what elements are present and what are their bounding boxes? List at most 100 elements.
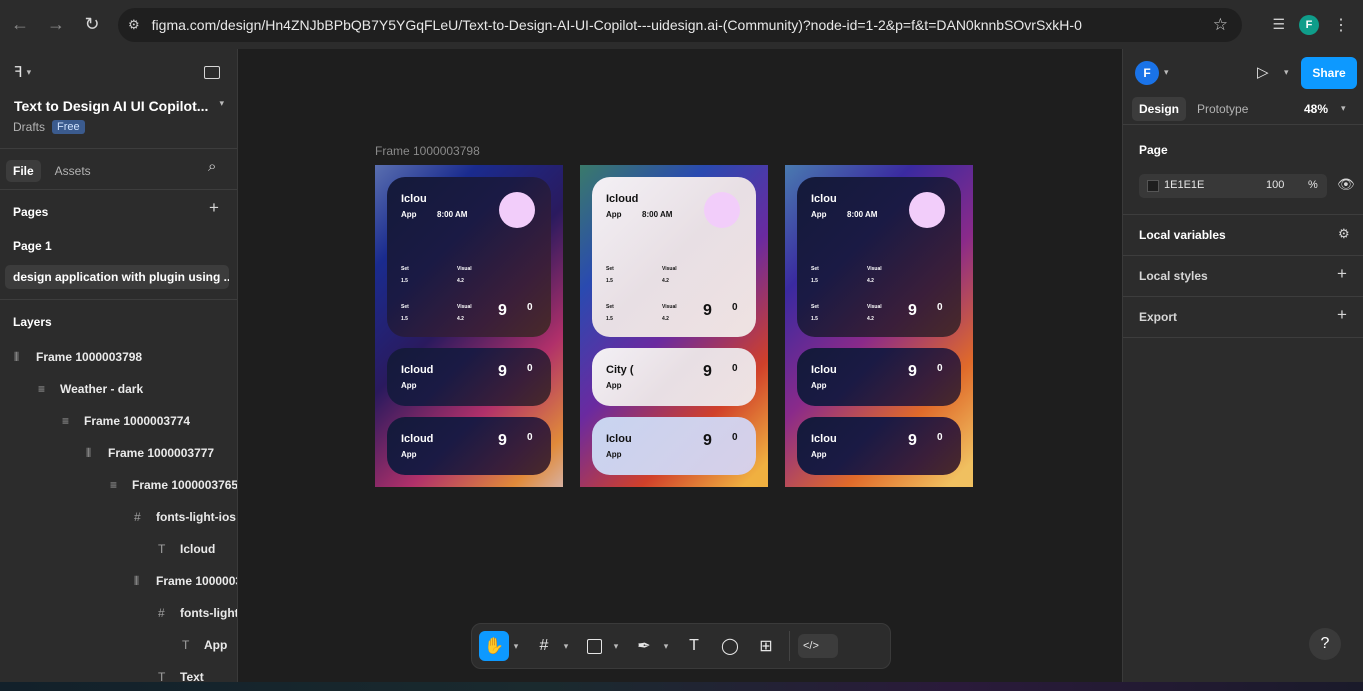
layer-label: Frame 1000003774	[84, 414, 191, 428]
page-fill-field[interactable]: 1E1E1E 100 %	[1139, 174, 1327, 198]
local-styles[interactable]: Local styles	[1139, 269, 1208, 283]
layer-row[interactable]: # fonts-light-	[158, 597, 237, 629]
stat-label: Visual	[867, 304, 882, 310]
temperature-degree: 0	[937, 432, 943, 443]
weather-card-small[interactable]: Iclou App 9 0	[797, 348, 961, 406]
bottom-toolbar: ✋ ▾ # ▾ ▾ ✒ ▾ T ◯ ⊞ </>	[471, 623, 891, 669]
add-export-icon[interactable]: +	[1337, 305, 1347, 325]
layer-row[interactable]: ≡ Weather - dark	[38, 373, 143, 405]
weather-card-small[interactable]: Iclou App 9 0	[797, 417, 961, 475]
layer-row[interactable]: T App	[182, 629, 227, 661]
zoom-level[interactable]: 48%	[1304, 102, 1328, 116]
layer-label: Icloud	[180, 542, 216, 556]
user-avatar[interactable]: F	[1135, 61, 1159, 85]
layer-row[interactable]: ⫴ Frame 1000003798	[14, 341, 142, 373]
reload-icon[interactable]: ↻	[74, 7, 110, 43]
stat-label: Set	[401, 304, 409, 310]
sun-icon	[499, 192, 535, 228]
chevron-down-icon[interactable]: ▾	[1284, 67, 1289, 78]
url-text: figma.com/design/Hn4ZNJbBPbQB7Y5YGqFLeU/…	[151, 17, 1082, 33]
card-subtitle: App	[401, 381, 417, 390]
dev-mode-toggle[interactable]: </>	[798, 634, 838, 658]
chevron-down-icon[interactable]: ▾	[1341, 103, 1346, 114]
card-subtitle: App	[811, 450, 827, 459]
resources-icon[interactable]: ⊞	[751, 631, 781, 661]
layer-row[interactable]: ≡ Frame 1000003774	[62, 405, 190, 437]
card-title: Iclou	[811, 433, 837, 445]
stat-label: Set	[811, 304, 819, 310]
comment-icon[interactable]: ◯	[715, 631, 745, 661]
tab-assets[interactable]: Assets	[49, 160, 97, 182]
media-control-icon[interactable]: ☰	[1272, 16, 1285, 33]
browser-profile-avatar[interactable]: F	[1299, 14, 1319, 35]
layer-row[interactable]: T Icloud	[158, 533, 215, 565]
weather-card-large[interactable]: Iclou App 8:00 AM Set Visual 1.5 4.2 Set Visual 1…	[797, 177, 961, 337]
chevron-down-icon[interactable]: ▾	[609, 641, 623, 652]
stat-label: Set	[606, 266, 614, 272]
forward-icon[interactable]: →	[38, 7, 74, 43]
temperature-value: 9	[908, 432, 917, 449]
help-button[interactable]: ?	[1309, 628, 1341, 660]
present-play-icon[interactable]: ▷	[1257, 63, 1269, 81]
weather-card-large[interactable]: Icloud App 8:00 AM Set Visual 1.5 4.2 Set Visual…	[592, 177, 756, 337]
site-settings-icon[interactable]: ⚙	[128, 17, 140, 33]
weather-frame[interactable]: Iclou App 8:00 AM Set Visual 1.5 4.2 Set Visual 1…	[785, 165, 973, 487]
variables-settings-icon[interactable]: ⚙	[1338, 226, 1350, 242]
local-variables[interactable]: Local variables	[1139, 228, 1226, 242]
page-item-selected[interactable]: design application with plugin using ...	[5, 265, 229, 289]
layer-label: Weather - dark	[60, 382, 144, 396]
tab-design[interactable]: Design	[1132, 97, 1187, 121]
hand-icon[interactable]: ✋	[479, 631, 509, 661]
design-canvas[interactable]: Frame 1000003798 Iclou App 8:00 AM Set Visua…	[238, 49, 1123, 682]
tab-prototype[interactable]: Prototype	[1197, 102, 1248, 116]
drafts-link[interactable]: Drafts	[13, 120, 45, 134]
chevron-down-icon[interactable]: ▾	[659, 641, 673, 652]
layer-row[interactable]: ⫴ Frame 1000003777	[86, 437, 214, 469]
fill-hex[interactable]: 1E1E1E	[1164, 179, 1204, 191]
search-icon[interactable]: ⌕	[208, 158, 216, 175]
chevron-down-icon[interactable]: ▾	[509, 641, 523, 652]
fill-opacity[interactable]: 100	[1266, 179, 1284, 191]
address-bar[interactable]: ⚙ figma.com/design/Hn4ZNJbBPbQB7Y5YGqFLe…	[118, 8, 1242, 42]
stat-label: Set	[811, 266, 819, 272]
chevron-down-icon: ▾	[219, 98, 224, 108]
toggle-sidebar-icon[interactable]	[204, 66, 220, 79]
figma-logo-icon[interactable]: ꟻ	[14, 63, 23, 81]
visibility-eye-icon[interactable]: 👁	[1337, 176, 1355, 193]
file-title-row[interactable]: Text to Design AI UI Copilot... ▾	[14, 98, 224, 114]
back-icon[interactable]: ←	[2, 7, 38, 43]
share-button[interactable]: Share	[1301, 57, 1357, 89]
card-title: Icloud	[606, 193, 639, 205]
chevron-down-icon[interactable]: ▾	[1164, 67, 1169, 78]
weather-card-small[interactable]: Icloud App 9 0	[387, 417, 551, 475]
layers-header: Layers	[13, 315, 52, 329]
weather-frame[interactable]: Icloud App 8:00 AM Set Visual 1.5 4.2 Set Visual…	[580, 165, 768, 487]
add-style-icon[interactable]: +	[1337, 264, 1347, 284]
frame-tool-icon[interactable]: #	[529, 631, 559, 661]
weather-card-small[interactable]: City (App 9 0	[592, 348, 756, 406]
text-tool-icon[interactable]: T	[679, 631, 709, 661]
chevron-down-icon[interactable]: ▾	[559, 641, 573, 652]
weather-card-small[interactable]: Icloud App 9 0	[387, 348, 551, 406]
page-item[interactable]: Page 1	[13, 239, 52, 253]
layer-row[interactable]: ≡ Frame 1000003765	[110, 469, 237, 501]
export-section[interactable]: Export	[1139, 310, 1177, 324]
weather-card-small[interactable]: Iclou App 9 0	[592, 417, 756, 475]
card-title: Iclou	[811, 364, 837, 376]
frame-label[interactable]: Frame 1000003798	[375, 144, 480, 158]
weather-card-large[interactable]: Iclou App 8:00 AM Set Visual 1.5 4.2 Set Visual 1…	[387, 177, 551, 337]
add-page-icon[interactable]: +	[209, 198, 219, 218]
pages-header: Pages	[13, 205, 49, 219]
temperature-value: 9	[703, 302, 712, 319]
color-swatch[interactable]	[1147, 180, 1159, 192]
rectangle-icon[interactable]	[579, 631, 609, 661]
bookmark-star-icon[interactable]: ☆	[1213, 15, 1228, 35]
browser-menu-icon[interactable]: ⋮	[1333, 15, 1349, 35]
main-menu[interactable]: ꟻ ▾	[14, 63, 31, 81]
card-subtitle: App	[606, 210, 622, 219]
layer-row[interactable]: # fonts-light-ios	[134, 501, 236, 533]
tab-file[interactable]: File	[6, 160, 41, 182]
layer-row[interactable]: ⫴ Frame 1000003	[134, 565, 237, 597]
weather-frame[interactable]: Iclou App 8:00 AM Set Visual 1.5 4.2 Set Visual 1…	[375, 165, 563, 487]
pen-icon[interactable]: ✒	[629, 631, 659, 661]
